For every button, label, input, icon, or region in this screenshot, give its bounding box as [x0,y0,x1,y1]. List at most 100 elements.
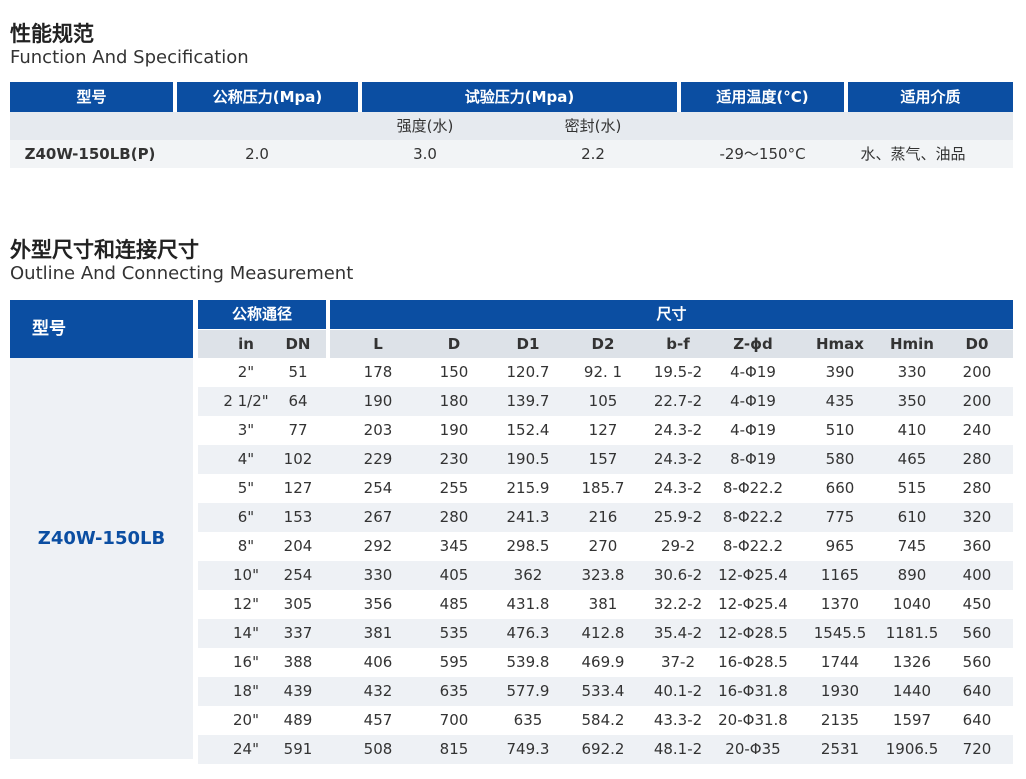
cell-d: 345 [439,537,469,555]
cell-d0: 200 [962,363,992,381]
cell-l: 406 [363,653,393,671]
cell-hmin: 610 [897,508,927,526]
cell-hmax: 390 [825,363,855,381]
cell-d2: 469.9 [581,653,625,671]
cell-l: 356 [363,595,393,613]
cell-l: 178 [363,363,393,381]
cell-hmax: 775 [825,508,855,526]
spec-subheader-seal: 密封(水) [564,117,622,135]
cell-hmax: 1545.5 [813,624,867,642]
cell-dn: 204 [283,537,313,555]
cell-dn: 64 [288,392,308,410]
cell-d: 815 [439,740,469,758]
cell-d1: 120.7 [506,363,550,381]
cell-bf: 29-2 [660,537,696,555]
col-header-hmin: Hmin [889,335,934,353]
spec-nominal-pressure: 2.0 [245,145,269,163]
cell-dn: 127 [283,479,313,497]
cell-hmin: 745 [897,537,927,555]
cell-dn: 489 [283,711,313,729]
cell-hmin: 890 [897,566,927,584]
col-header-d2: D2 [591,335,615,353]
cell-d: 190 [439,421,469,439]
cell-hmin: 330 [897,363,927,381]
dim-model-name: Z40W-150LB [37,528,166,549]
table-row: 24" 591 508 815 749.3 692.2 48.1-2 20-Φ35 2531 19… [198,735,1013,764]
cell-bf: 19.5-2 [653,363,703,381]
cell-l: 229 [363,450,393,468]
cell-d2: 92. 1 [583,363,623,381]
table-row: 10" 254 330 405 362 323.8 30.6-2 12-Φ25.4 1165 89… [198,561,1013,590]
dim-header-model: 型号 [10,300,193,358]
cell-dn: 305 [283,595,313,613]
cell-bf: 25.9-2 [653,508,703,526]
cell-d2: 584.2 [581,711,625,729]
spec-model: Z40W-150LB(P) [24,145,156,163]
cell-d2: 323.8 [581,566,625,584]
cell-zd: 16-Φ28.5 [718,653,788,671]
spec-medium: 水、蒸气、油品 [860,145,966,163]
cell-d1: 139.7 [506,392,550,410]
cell-dn: 51 [288,363,308,381]
cell-in: 24" [233,740,259,758]
cell-d2: 105 [588,392,618,410]
cell-in: 12" [233,595,259,613]
table-row: 5" 127 254 255 215.9 185.7 24.3-2 8-Φ22.2 660 515… [198,474,1013,503]
cell-hmax: 435 [825,392,855,410]
cell-l: 203 [363,421,393,439]
table-row: 12" 305 356 485 431.8 381 32.2-2 12-Φ25.4 1370 10… [198,590,1013,619]
cell-d1: 431.8 [506,595,550,613]
cell-l: 432 [363,682,393,700]
cell-d1: 241.3 [506,508,550,526]
cell-in: 20" [233,711,259,729]
cell-d1: 476.3 [506,624,550,642]
cell-hmax: 1370 [820,595,860,613]
table-row: 3" 77 203 190 152.4 127 24.3-2 4-Φ19 510 410 240 [198,416,1013,445]
cell-bf: 35.4-2 [653,624,703,642]
cell-l: 330 [363,566,393,584]
cell-hmin: 410 [897,421,927,439]
cell-bf: 48.1-2 [653,740,703,758]
cell-dn: 254 [283,566,313,584]
table-row: 6" 153 267 280 241.3 216 25.9-2 8-Φ22.2 775 610 32… [198,503,1013,532]
cell-d: 405 [439,566,469,584]
table-row: 14" 337 381 535 476.3 412.8 35.4-2 12-Φ28.5 1545… [198,619,1013,648]
cell-d1: 215.9 [506,479,550,497]
table-row: 2" 51 178 150 120.7 92. 1 19.5-2 4-Φ19 390 330 200 [198,358,1013,387]
cell-in: 14" [233,624,259,642]
cell-hmin: 1181.5 [885,624,939,642]
cell-in: 18" [233,682,259,700]
cell-zd: 12-Φ25.4 [718,566,788,584]
cell-dn: 591 [283,740,313,758]
cell-hmin: 465 [897,450,927,468]
cell-hmax: 1165 [820,566,860,584]
cell-d0: 560 [962,624,992,642]
cell-hmax: 510 [825,421,855,439]
cell-d0: 240 [962,421,992,439]
cell-d1: 152.4 [506,421,550,439]
cell-in: 6" [237,508,255,526]
spec-temperature: -29～150°C [719,145,806,163]
cell-zd: 8-Φ22.2 [722,508,784,526]
col-header-d: D [447,335,461,353]
cell-d1: 577.9 [506,682,550,700]
cell-hmax: 1930 [820,682,860,700]
cell-d0: 640 [962,711,992,729]
col-header-dn: DN [285,335,311,353]
cell-in: 8" [237,537,255,555]
cell-zd: 8-Φ22.2 [722,479,784,497]
col-header-d0: D0 [965,335,989,353]
table-row: 16" 388 406 595 539.8 469.9 37-2 16-Φ28.5 1744 13… [198,648,1013,677]
cell-zd: 16-Φ31.8 [718,682,788,700]
cell-hmax: 660 [825,479,855,497]
cell-d1: 749.3 [506,740,550,758]
cell-l: 267 [363,508,393,526]
cell-d0: 400 [962,566,992,584]
cell-d0: 280 [962,479,992,497]
cell-zd: 8-Φ22.2 [722,537,784,555]
table-row: 2 1/2" 64 190 180 139.7 105 22.7-2 4-Φ19 435 350 2… [198,387,1013,416]
cell-d: 485 [439,595,469,613]
cell-zd: 8-Φ19 [730,450,776,468]
cell-d0: 720 [962,740,992,758]
spec-seal-pressure: 2.2 [581,145,605,163]
